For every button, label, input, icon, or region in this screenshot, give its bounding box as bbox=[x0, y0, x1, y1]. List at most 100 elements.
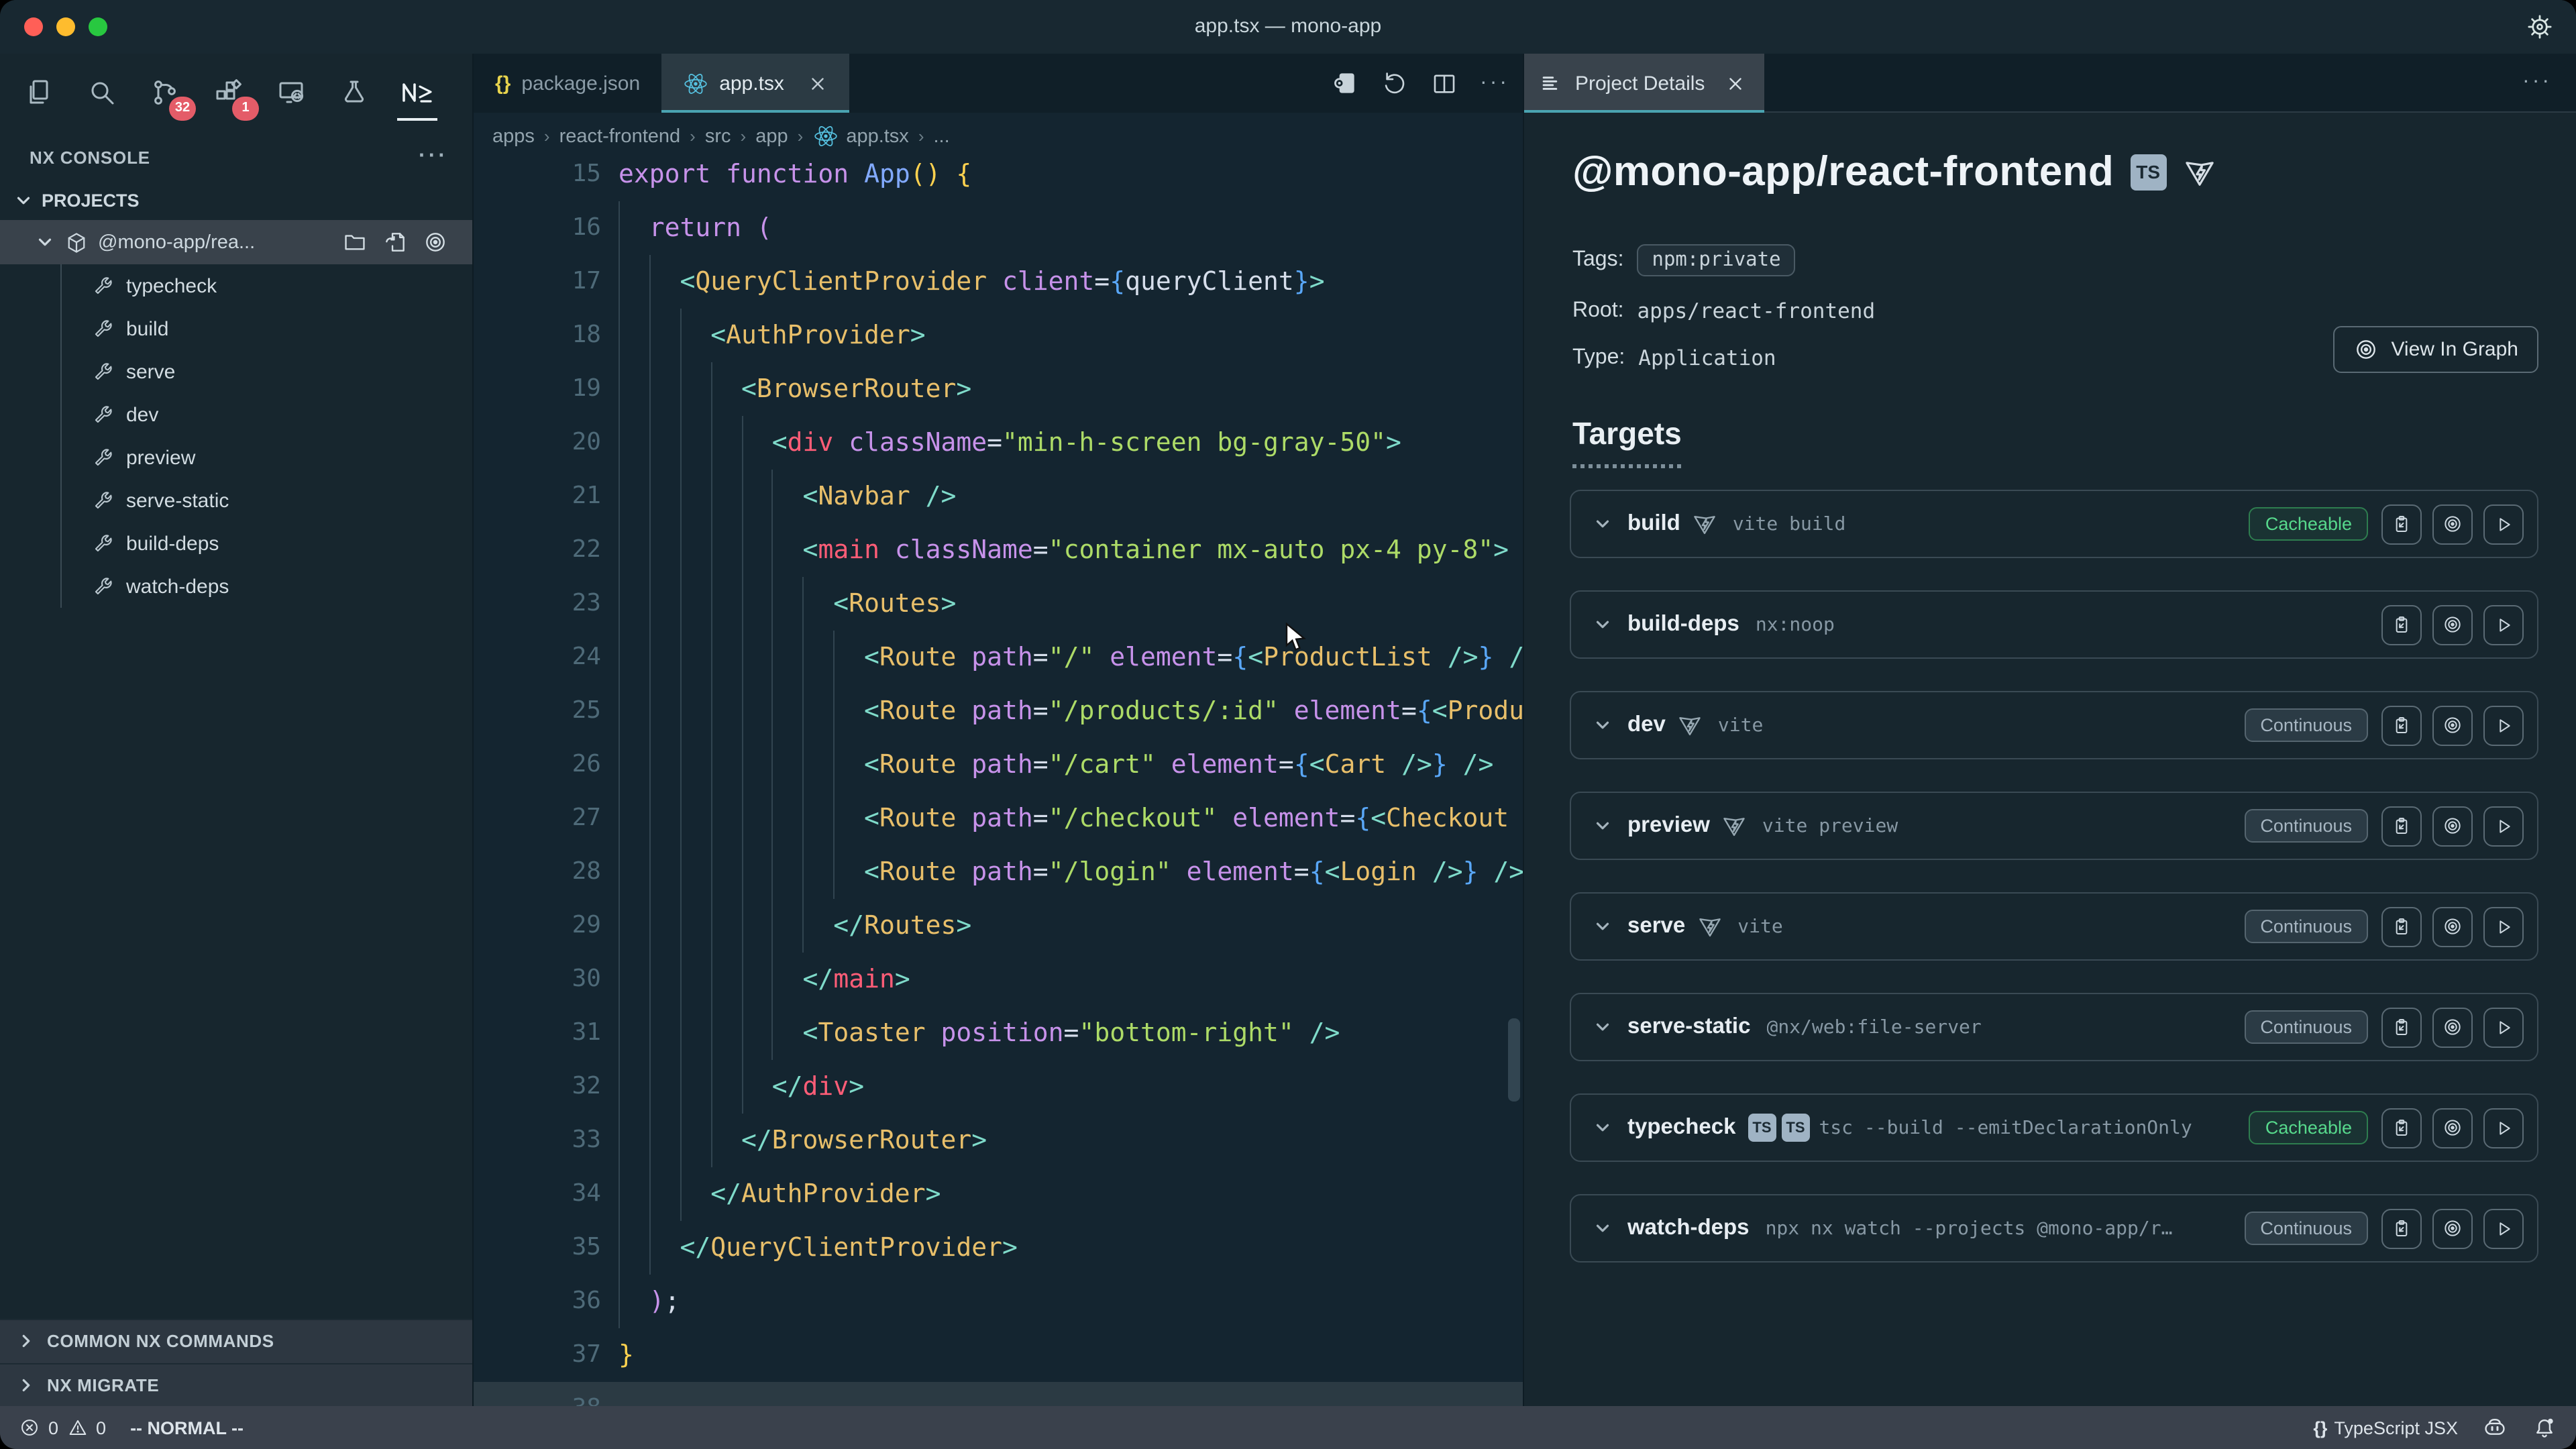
tree-item-target-serve[interactable]: serve bbox=[62, 350, 472, 393]
activity-item-extensions[interactable]: 1 bbox=[203, 67, 254, 118]
editor-scrollbar[interactable] bbox=[1508, 1018, 1520, 1102]
code-line-16[interactable]: 16return ( bbox=[474, 201, 1523, 255]
breadcrumb-item[interactable]: app.tsx bbox=[812, 123, 909, 149]
breadcrumb-item[interactable]: apps bbox=[492, 125, 535, 147]
copy-target-button[interactable] bbox=[2381, 1108, 2422, 1148]
code-line-28[interactable]: 28<Route path="/login" element={<Login /… bbox=[474, 845, 1523, 899]
settings-gear-icon[interactable] bbox=[2525, 12, 2555, 42]
open-project-details-icon[interactable] bbox=[1330, 68, 1359, 98]
language-mode[interactable]: {} TypeScript JSX bbox=[2313, 1417, 2458, 1438]
code-line-22[interactable]: 22<main className="container mx-auto px-… bbox=[474, 523, 1523, 577]
code-line-31[interactable]: 31<Toaster position="bottom-right" /> bbox=[474, 1006, 1523, 1060]
code-line-18[interactable]: 18<AuthProvider> bbox=[474, 309, 1523, 362]
chevron-down-icon[interactable] bbox=[1593, 514, 1613, 534]
copy-target-button[interactable] bbox=[2381, 806, 2422, 846]
target-name[interactable]: watch-deps bbox=[1627, 1216, 1750, 1241]
tree-item-target-serve-static[interactable]: serve-static bbox=[62, 479, 472, 522]
view-target-in-graph-button[interactable] bbox=[2432, 1108, 2473, 1148]
sidebar-item-project[interactable]: @mono-app/rea... bbox=[0, 220, 472, 264]
tree-item-target-build-deps[interactable]: build-deps bbox=[62, 522, 472, 565]
run-target-button[interactable] bbox=[2483, 504, 2524, 544]
sidebar-more-actions-icon[interactable]: ··· bbox=[419, 145, 448, 169]
chevron-down-icon[interactable] bbox=[1593, 614, 1613, 635]
code-line-34[interactable]: 34</AuthProvider> bbox=[474, 1167, 1523, 1221]
copy-target-button[interactable] bbox=[2381, 906, 2422, 947]
tree-item-target-typecheck[interactable]: typecheck bbox=[62, 264, 472, 307]
code-line-25[interactable]: 25<Route path="/products/:id" element={<… bbox=[474, 684, 1523, 738]
target-name[interactable]: serve bbox=[1627, 914, 1685, 939]
run-target-button[interactable] bbox=[2483, 1208, 2524, 1248]
notifications-bell-icon[interactable] bbox=[2532, 1415, 2557, 1440]
chevron-down-icon[interactable] bbox=[1593, 1118, 1613, 1138]
tab-app-tsx[interactable]: app.tsx bbox=[661, 54, 850, 113]
view-target-in-graph-button[interactable] bbox=[2432, 604, 2473, 645]
target-name[interactable]: serve-static bbox=[1627, 1014, 1750, 1040]
code-line-36[interactable]: 36); bbox=[474, 1275, 1523, 1328]
copy-target-button[interactable] bbox=[2381, 604, 2422, 645]
run-target-button[interactable] bbox=[2483, 906, 2524, 947]
target-name[interactable]: dev bbox=[1627, 712, 1666, 738]
section-common-nx-commands[interactable]: COMMON NX COMMANDS bbox=[0, 1319, 472, 1362]
view-target-in-graph-button[interactable] bbox=[2432, 1007, 2473, 1047]
breadcrumb[interactable]: apps›react-frontend›src›app›app.tsx›... bbox=[474, 113, 1523, 160]
editor-more-actions-icon[interactable]: ··· bbox=[1480, 71, 1509, 95]
code-line-17[interactable]: 17<QueryClientProvider client={queryClie… bbox=[474, 255, 1523, 309]
code-line-32[interactable]: 32</div> bbox=[474, 1060, 1523, 1114]
code-line-30[interactable]: 30</main> bbox=[474, 953, 1523, 1006]
run-target-button[interactable] bbox=[2483, 806, 2524, 846]
code-line-20[interactable]: 20<div className="min-h-screen bg-gray-5… bbox=[474, 416, 1523, 470]
copy-target-button[interactable] bbox=[2381, 705, 2422, 745]
view-target-in-graph-button[interactable] bbox=[2432, 705, 2473, 745]
breadcrumb-item[interactable]: app bbox=[755, 125, 788, 147]
code-line-33[interactable]: 33</BrowserRouter> bbox=[474, 1114, 1523, 1167]
copilot-icon[interactable] bbox=[2482, 1415, 2508, 1440]
tree-item-target-build[interactable]: build bbox=[62, 307, 472, 350]
target-name[interactable]: typecheck bbox=[1627, 1115, 1735, 1140]
activity-item-search[interactable] bbox=[76, 67, 127, 118]
tree-item-target-dev[interactable]: dev bbox=[62, 393, 472, 436]
target-name[interactable]: preview bbox=[1627, 813, 1710, 839]
chevron-down-icon[interactable] bbox=[1593, 715, 1613, 735]
breadcrumb-item[interactable]: ... bbox=[934, 125, 950, 147]
target-name[interactable]: build-deps bbox=[1627, 612, 1739, 637]
tree-item-target-preview[interactable]: preview bbox=[62, 436, 472, 479]
open-folder-icon[interactable] bbox=[342, 229, 368, 255]
target-name[interactable]: build bbox=[1627, 511, 1680, 537]
view-target-in-graph-button[interactable] bbox=[2432, 1208, 2473, 1248]
close-tab-icon[interactable] bbox=[808, 73, 828, 93]
breadcrumb-item[interactable]: src bbox=[705, 125, 731, 147]
code-line-24[interactable]: 24<Route path="/" element={<ProductList … bbox=[474, 631, 1523, 684]
copy-target-button[interactable] bbox=[2381, 504, 2422, 544]
code-line-15[interactable]: 15export function App() { bbox=[474, 160, 1523, 201]
chevron-down-icon[interactable] bbox=[1593, 816, 1613, 836]
projects-section-row[interactable]: PROJECTS bbox=[0, 180, 472, 220]
code-line-29[interactable]: 29</Routes> bbox=[474, 899, 1523, 953]
run-target-button[interactable] bbox=[2483, 604, 2524, 645]
breadcrumb-item[interactable]: react-frontend bbox=[559, 125, 681, 147]
activity-item-explorer[interactable] bbox=[13, 67, 64, 118]
view-target-in-graph-button[interactable] bbox=[2432, 806, 2473, 846]
view-target-in-graph-button[interactable] bbox=[2432, 504, 2473, 544]
refresh-file-icon[interactable] bbox=[382, 229, 408, 255]
chevron-down-icon[interactable] bbox=[1593, 1218, 1613, 1238]
tab-project-details[interactable]: Project Details bbox=[1524, 54, 1764, 113]
close-tab-icon[interactable] bbox=[1725, 73, 1745, 93]
tab-package-json[interactable]: {} package.json bbox=[474, 54, 661, 113]
chevron-down-icon[interactable] bbox=[1593, 916, 1613, 936]
run-target-button[interactable] bbox=[2483, 1007, 2524, 1047]
code-line-27[interactable]: 27<Route path="/checkout" element={<Chec… bbox=[474, 792, 1523, 845]
refresh-icon[interactable] bbox=[1381, 69, 1409, 97]
view-in-graph-icon[interactable] bbox=[423, 229, 448, 255]
activity-item-source-control[interactable]: 32 bbox=[140, 67, 191, 118]
run-target-button[interactable] bbox=[2483, 705, 2524, 745]
code-line-19[interactable]: 19<BrowserRouter> bbox=[474, 362, 1523, 416]
copy-target-button[interactable] bbox=[2381, 1208, 2422, 1248]
tree-item-target-watch-deps[interactable]: watch-deps bbox=[62, 565, 472, 608]
activity-item-nx-console[interactable] bbox=[392, 67, 443, 118]
chevron-down-icon[interactable] bbox=[1593, 1017, 1613, 1037]
code-line-26[interactable]: 26<Route path="/cart" element={<Cart />}… bbox=[474, 738, 1523, 792]
code-line-23[interactable]: 23<Routes> bbox=[474, 577, 1523, 631]
code-line-37[interactable]: 37} bbox=[474, 1328, 1523, 1382]
code-line-38[interactable]: 38 bbox=[474, 1382, 1523, 1406]
section-nx-migrate[interactable]: NX MIGRATE bbox=[0, 1362, 472, 1406]
